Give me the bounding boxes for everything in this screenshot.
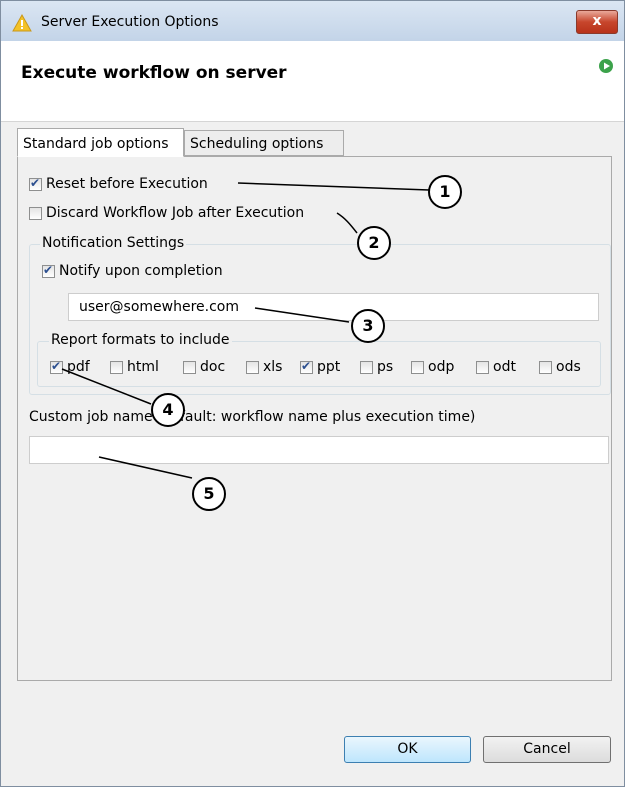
cancel-button[interactable]: Cancel xyxy=(483,736,611,763)
ok-button[interactable]: OK xyxy=(344,736,471,763)
callout-1: 1 xyxy=(428,175,462,209)
callout-5: 5 xyxy=(192,477,226,511)
callout-4: 4 xyxy=(151,393,185,427)
callout-lines xyxy=(61,182,430,479)
tab-standard-job-options[interactable]: Standard job options xyxy=(17,128,184,157)
callout-2: 2 xyxy=(357,226,391,260)
callout-3: 3 xyxy=(351,309,385,343)
